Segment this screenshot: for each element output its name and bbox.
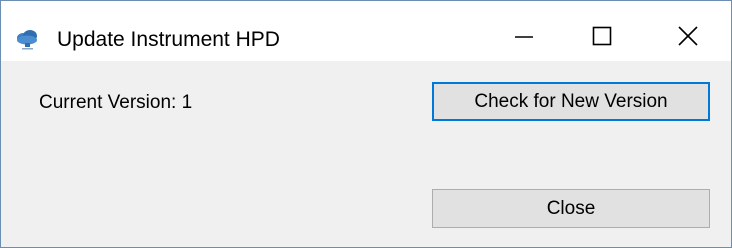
maximize-icon bbox=[592, 26, 612, 46]
current-version-label: Current Version: 1 bbox=[39, 92, 193, 113]
window-title: Update Instrument HPD bbox=[57, 28, 280, 51]
minimize-button[interactable] bbox=[501, 19, 547, 53]
close-button[interactable]: Close bbox=[432, 189, 710, 228]
update-dialog-window: Update Instrument HPD Current Version: 1… bbox=[0, 0, 732, 248]
maximize-button[interactable] bbox=[579, 19, 625, 53]
dialog-body: Current Version: 1 Check for New Version… bbox=[1, 61, 731, 247]
close-window-button[interactable] bbox=[665, 19, 711, 53]
minimize-icon bbox=[515, 36, 533, 38]
close-icon bbox=[678, 26, 698, 46]
cloud-app-icon bbox=[17, 30, 37, 50]
title-bar[interactable]: Update Instrument HPD bbox=[1, 1, 731, 61]
check-for-new-version-button[interactable]: Check for New Version bbox=[432, 82, 710, 121]
